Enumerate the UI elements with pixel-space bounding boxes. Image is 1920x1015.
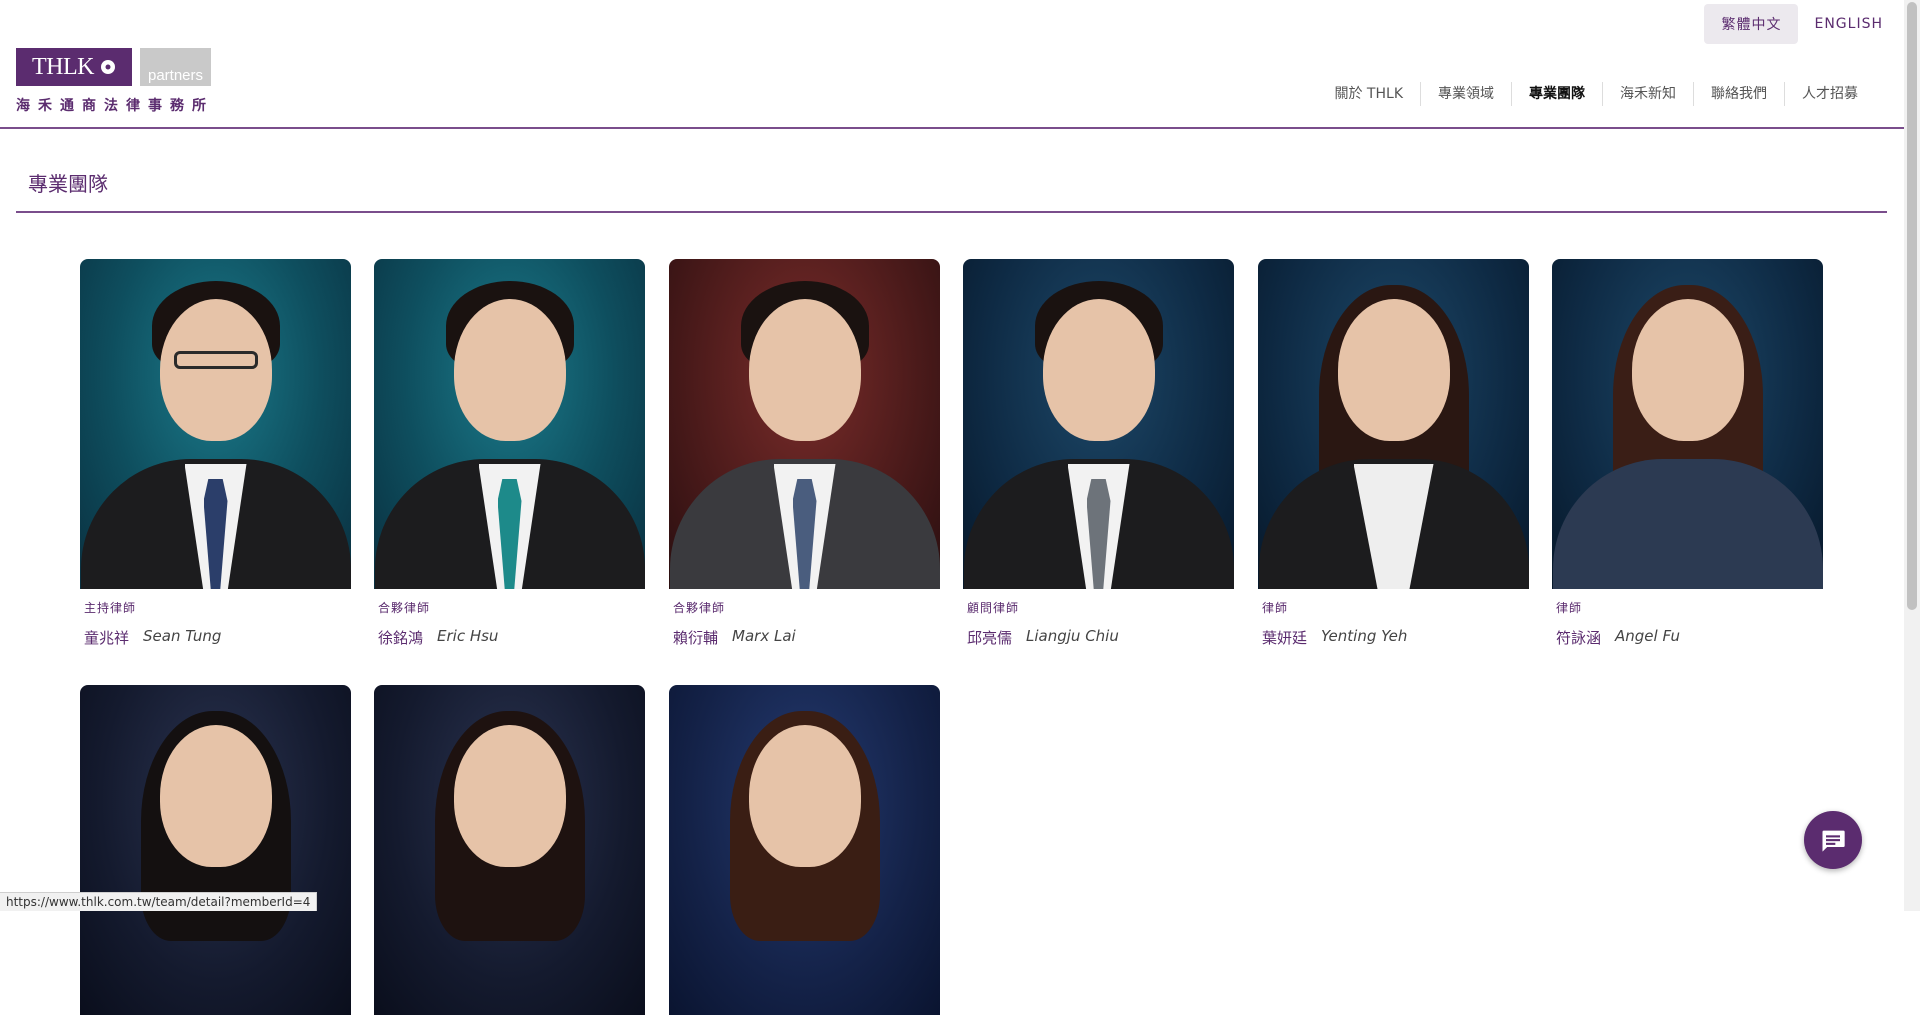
team-card[interactable] — [80, 685, 351, 1015]
member-role: 主持律師 — [84, 601, 137, 615]
member-name-en[interactable]: Liangju Chiu — [1026, 627, 1119, 648]
nav-about[interactable]: 關於 THLK — [1317, 82, 1420, 106]
member-photo[interactable] — [374, 259, 645, 589]
team-card[interactable] — [669, 685, 940, 1015]
member-name-en[interactable]: Sean Tung — [143, 627, 221, 648]
member-photo[interactable] — [669, 685, 940, 1015]
team-card[interactable]: 律師 符詠涵 Angel Fu — [1552, 259, 1823, 648]
member-role: 律師 — [1262, 601, 1289, 615]
team-card[interactable] — [374, 685, 645, 1015]
nav-team[interactable]: 專業團隊 — [1511, 82, 1602, 106]
nav-careers[interactable]: 人才招募 — [1784, 82, 1875, 106]
logo-partners: partners — [140, 48, 211, 86]
member-role: 合夥律師 — [378, 601, 431, 615]
logo-brand-text: THLK — [32, 53, 94, 80]
nav-practice-areas[interactable]: 專業領域 — [1420, 82, 1511, 106]
member-name-en[interactable]: Marx Lai — [732, 627, 796, 648]
page-title: 專業團隊 — [28, 172, 108, 196]
language-switch: 繁體中文 ENGLISH — [1704, 4, 1883, 44]
team-card[interactable]: 合夥律師 徐銘鴻 Eric Hsu — [374, 259, 645, 648]
member-photo[interactable] — [80, 685, 351, 1015]
title-divider — [16, 211, 1887, 213]
member-photo[interactable] — [374, 685, 645, 1015]
member-photo[interactable] — [669, 259, 940, 589]
member-photo[interactable] — [80, 259, 351, 589]
site-logo[interactable]: THLK partners 海禾通商法律事務所 — [16, 48, 214, 114]
member-name-zh[interactable]: 符詠涵 — [1556, 627, 1601, 648]
team-card[interactable]: 律師 葉妍廷 Yenting Yeh — [1258, 259, 1529, 648]
member-name-zh[interactable]: 賴衍輔 — [673, 627, 718, 648]
member-name-zh[interactable]: 邱亮儒 — [967, 627, 1012, 648]
member-name-zh[interactable]: 童兆祥 — [84, 627, 129, 648]
lang-traditional-chinese[interactable]: 繁體中文 — [1704, 4, 1799, 44]
chat-button[interactable] — [1804, 811, 1862, 869]
member-name-en[interactable]: Eric Hsu — [437, 627, 498, 648]
flower-icon — [100, 60, 115, 74]
status-bar-url: https://www.thlk.com.tw/team/detail?memb… — [0, 892, 318, 911]
nav-news[interactable]: 海禾新知 — [1602, 82, 1693, 106]
page-scrollbar[interactable] — [1904, 0, 1920, 911]
logo-chinese-name: 海禾通商法律事務所 — [16, 98, 214, 114]
main-nav: 關於 THLK 專業領域 專業團隊 海禾新知 聯絡我們 人才招募 — [1317, 82, 1875, 106]
member-photo[interactable] — [1552, 259, 1823, 589]
member-name-en[interactable]: Yenting Yeh — [1321, 627, 1407, 648]
logo-thlk: THLK — [16, 48, 132, 86]
member-role: 合夥律師 — [673, 601, 726, 615]
member-name-en[interactable]: Angel Fu — [1615, 627, 1680, 648]
team-card[interactable]: 主持律師 童兆祥 Sean Tung — [80, 259, 351, 648]
chat-bubble-icon — [1822, 830, 1845, 852]
member-name-zh[interactable]: 葉妍廷 — [1262, 627, 1307, 648]
member-role: 顧問律師 — [967, 601, 1020, 615]
member-photo[interactable] — [1258, 259, 1529, 589]
member-name-zh[interactable]: 徐銘鴻 — [378, 627, 423, 648]
header-divider — [0, 127, 1904, 129]
scrollbar-thumb[interactable] — [1907, 2, 1917, 610]
nav-contact[interactable]: 聯絡我們 — [1693, 82, 1784, 106]
lang-english[interactable]: ENGLISH — [1814, 6, 1883, 42]
team-card[interactable]: 合夥律師 賴衍輔 Marx Lai — [669, 259, 940, 648]
team-card[interactable]: 顧問律師 邱亮儒 Liangju Chiu — [963, 259, 1234, 648]
member-role: 律師 — [1556, 601, 1583, 615]
member-photo[interactable] — [963, 259, 1234, 589]
